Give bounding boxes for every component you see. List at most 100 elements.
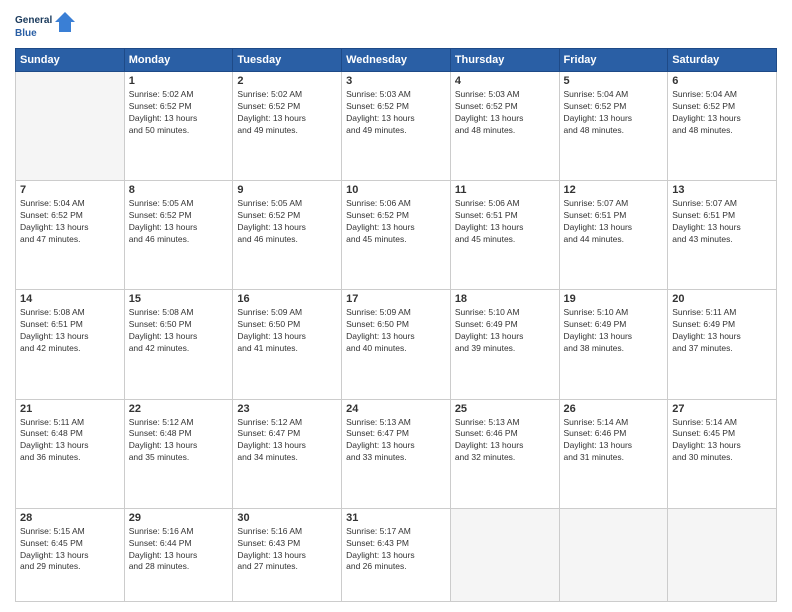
day-number: 19 <box>564 293 664 305</box>
day-number: 14 <box>20 293 120 305</box>
day-number: 6 <box>672 75 772 87</box>
cell-info: Sunrise: 5:02 AM Sunset: 6:52 PM Dayligh… <box>129 89 229 137</box>
cell-info: Sunrise: 5:06 AM Sunset: 6:51 PM Dayligh… <box>455 198 555 246</box>
calendar-cell <box>668 508 777 601</box>
cell-info: Sunrise: 5:11 AM Sunset: 6:49 PM Dayligh… <box>672 307 772 355</box>
calendar-cell: 25 Sunrise: 5:13 AM Sunset: 6:46 PM Dayli… <box>450 399 559 508</box>
cell-info: Sunrise: 5:08 AM Sunset: 6:50 PM Dayligh… <box>129 307 229 355</box>
cell-info: Sunrise: 5:10 AM Sunset: 6:49 PM Dayligh… <box>455 307 555 355</box>
day-number: 25 <box>455 403 555 415</box>
calendar-cell: 5 Sunrise: 5:04 AM Sunset: 6:52 PM Daylig… <box>559 72 668 181</box>
calendar-cell: 6 Sunrise: 5:04 AM Sunset: 6:52 PM Daylig… <box>668 72 777 181</box>
day-number: 3 <box>346 75 446 87</box>
cell-info: Sunrise: 5:04 AM Sunset: 6:52 PM Dayligh… <box>672 89 772 137</box>
day-number: 28 <box>20 512 120 524</box>
cell-info: Sunrise: 5:16 AM Sunset: 6:43 PM Dayligh… <box>237 526 337 574</box>
calendar-cell: 22 Sunrise: 5:12 AM Sunset: 6:48 PM Dayli… <box>124 399 233 508</box>
logo-svg: General Blue <box>15 10 75 42</box>
calendar-cell: 8 Sunrise: 5:05 AM Sunset: 6:52 PM Daylig… <box>124 181 233 290</box>
calendar-cell: 4Sunrise: 5:03 AM Sunset: 6:52 PM Daylig… <box>450 72 559 181</box>
day-of-week-header: Thursday <box>450 49 559 72</box>
cell-info: Sunrise: 5:09 AM Sunset: 6:50 PM Dayligh… <box>346 307 446 355</box>
cell-info: Sunrise: 5:16 AM Sunset: 6:44 PM Dayligh… <box>129 526 229 574</box>
day-number: 23 <box>237 403 337 415</box>
day-number: 12 <box>564 184 664 196</box>
cell-info: Sunrise: 5:07 AM Sunset: 6:51 PM Dayligh… <box>672 198 772 246</box>
calendar-cell: 18 Sunrise: 5:10 AM Sunset: 6:49 PM Dayli… <box>450 290 559 399</box>
calendar-cell: 26Sunrise: 5:14 AM Sunset: 6:46 PM Dayli… <box>559 399 668 508</box>
cell-info: Sunrise: 5:15 AM Sunset: 6:45 PM Dayligh… <box>20 526 120 574</box>
day-number: 31 <box>346 512 446 524</box>
cell-info: Sunrise: 5:14 AM Sunset: 6:46 PM Dayligh… <box>564 417 664 465</box>
calendar-cell: 3 Sunrise: 5:03 AM Sunset: 6:52 PM Daylig… <box>342 72 451 181</box>
calendar-cell: 23Sunrise: 5:12 AM Sunset: 6:47 PM Dayli… <box>233 399 342 508</box>
calendar-cell: 1 Sunrise: 5:02 AM Sunset: 6:52 PM Daylig… <box>124 72 233 181</box>
calendar-cell: 9Sunrise: 5:05 AM Sunset: 6:52 PM Daylig… <box>233 181 342 290</box>
calendar-header-row: SundayMondayTuesdayWednesdayThursdayFrid… <box>16 49 777 72</box>
day-of-week-header: Friday <box>559 49 668 72</box>
calendar-cell: 16Sunrise: 5:09 AM Sunset: 6:50 PM Dayli… <box>233 290 342 399</box>
day-number: 21 <box>20 403 120 415</box>
calendar-cell: 10 Sunrise: 5:06 AM Sunset: 6:52 PM Dayli… <box>342 181 451 290</box>
day-of-week-header: Sunday <box>16 49 125 72</box>
day-number: 15 <box>129 293 229 305</box>
calendar-cell: 28 Sunrise: 5:15 AM Sunset: 6:45 PM Dayli… <box>16 508 125 601</box>
calendar-cell: 15 Sunrise: 5:08 AM Sunset: 6:50 PM Dayli… <box>124 290 233 399</box>
day-number: 18 <box>455 293 555 305</box>
day-number: 30 <box>237 512 337 524</box>
calendar-table: SundayMondayTuesdayWednesdayThursdayFrid… <box>15 48 777 602</box>
svg-text:General: General <box>15 15 52 26</box>
calendar-cell: 13 Sunrise: 5:07 AM Sunset: 6:51 PM Dayli… <box>668 181 777 290</box>
cell-info: Sunrise: 5:06 AM Sunset: 6:52 PM Dayligh… <box>346 198 446 246</box>
day-number: 5 <box>564 75 664 87</box>
day-number: 7 <box>20 184 120 196</box>
cell-info: Sunrise: 5:08 AM Sunset: 6:51 PM Dayligh… <box>20 307 120 355</box>
day-of-week-header: Monday <box>124 49 233 72</box>
cell-info: Sunrise: 5:17 AM Sunset: 6:43 PM Dayligh… <box>346 526 446 574</box>
calendar-cell: 2 Sunrise: 5:02 AM Sunset: 6:52 PM Daylig… <box>233 72 342 181</box>
day-number: 11 <box>455 184 555 196</box>
day-number: 2 <box>237 75 337 87</box>
calendar-cell: 7 Sunrise: 5:04 AM Sunset: 6:52 PM Daylig… <box>16 181 125 290</box>
day-number: 8 <box>129 184 229 196</box>
calendar-cell <box>16 72 125 181</box>
cell-info: Sunrise: 5:13 AM Sunset: 6:47 PM Dayligh… <box>346 417 446 465</box>
calendar-week-row: 1 Sunrise: 5:02 AM Sunset: 6:52 PM Daylig… <box>16 72 777 181</box>
day-number: 24 <box>346 403 446 415</box>
calendar-cell: 27 Sunrise: 5:14 AM Sunset: 6:45 PM Dayli… <box>668 399 777 508</box>
calendar-cell: 29Sunrise: 5:16 AM Sunset: 6:44 PM Dayli… <box>124 508 233 601</box>
day-number: 17 <box>346 293 446 305</box>
calendar-cell <box>450 508 559 601</box>
calendar-week-row: 28 Sunrise: 5:15 AM Sunset: 6:45 PM Dayli… <box>16 508 777 601</box>
cell-info: Sunrise: 5:04 AM Sunset: 6:52 PM Dayligh… <box>564 89 664 137</box>
day-of-week-header: Saturday <box>668 49 777 72</box>
cell-info: Sunrise: 5:13 AM Sunset: 6:46 PM Dayligh… <box>455 417 555 465</box>
calendar-cell: 24 Sunrise: 5:13 AM Sunset: 6:47 PM Dayli… <box>342 399 451 508</box>
calendar-week-row: 7 Sunrise: 5:04 AM Sunset: 6:52 PM Daylig… <box>16 181 777 290</box>
calendar-cell: 19Sunrise: 5:10 AM Sunset: 6:49 PM Dayli… <box>559 290 668 399</box>
cell-info: Sunrise: 5:03 AM Sunset: 6:52 PM Dayligh… <box>455 89 555 137</box>
calendar-cell: 12 Sunrise: 5:07 AM Sunset: 6:51 PM Dayli… <box>559 181 668 290</box>
day-number: 10 <box>346 184 446 196</box>
day-number: 27 <box>672 403 772 415</box>
cell-info: Sunrise: 5:05 AM Sunset: 6:52 PM Dayligh… <box>129 198 229 246</box>
calendar-week-row: 21Sunrise: 5:11 AM Sunset: 6:48 PM Dayli… <box>16 399 777 508</box>
day-number: 22 <box>129 403 229 415</box>
calendar-cell: 21Sunrise: 5:11 AM Sunset: 6:48 PM Dayli… <box>16 399 125 508</box>
cell-info: Sunrise: 5:07 AM Sunset: 6:51 PM Dayligh… <box>564 198 664 246</box>
logo: General Blue <box>15 10 75 42</box>
cell-info: Sunrise: 5:03 AM Sunset: 6:52 PM Dayligh… <box>346 89 446 137</box>
cell-info: Sunrise: 5:04 AM Sunset: 6:52 PM Dayligh… <box>20 198 120 246</box>
cell-info: Sunrise: 5:12 AM Sunset: 6:48 PM Dayligh… <box>129 417 229 465</box>
cell-info: Sunrise: 5:14 AM Sunset: 6:45 PM Dayligh… <box>672 417 772 465</box>
calendar-cell <box>559 508 668 601</box>
cell-info: Sunrise: 5:09 AM Sunset: 6:50 PM Dayligh… <box>237 307 337 355</box>
calendar-cell: 30 Sunrise: 5:16 AM Sunset: 6:43 PM Dayli… <box>233 508 342 601</box>
day-number: 1 <box>129 75 229 87</box>
calendar-cell: 20Sunrise: 5:11 AM Sunset: 6:49 PM Dayli… <box>668 290 777 399</box>
cell-info: Sunrise: 5:02 AM Sunset: 6:52 PM Dayligh… <box>237 89 337 137</box>
cell-info: Sunrise: 5:05 AM Sunset: 6:52 PM Dayligh… <box>237 198 337 246</box>
day-of-week-header: Wednesday <box>342 49 451 72</box>
day-number: 13 <box>672 184 772 196</box>
day-of-week-header: Tuesday <box>233 49 342 72</box>
